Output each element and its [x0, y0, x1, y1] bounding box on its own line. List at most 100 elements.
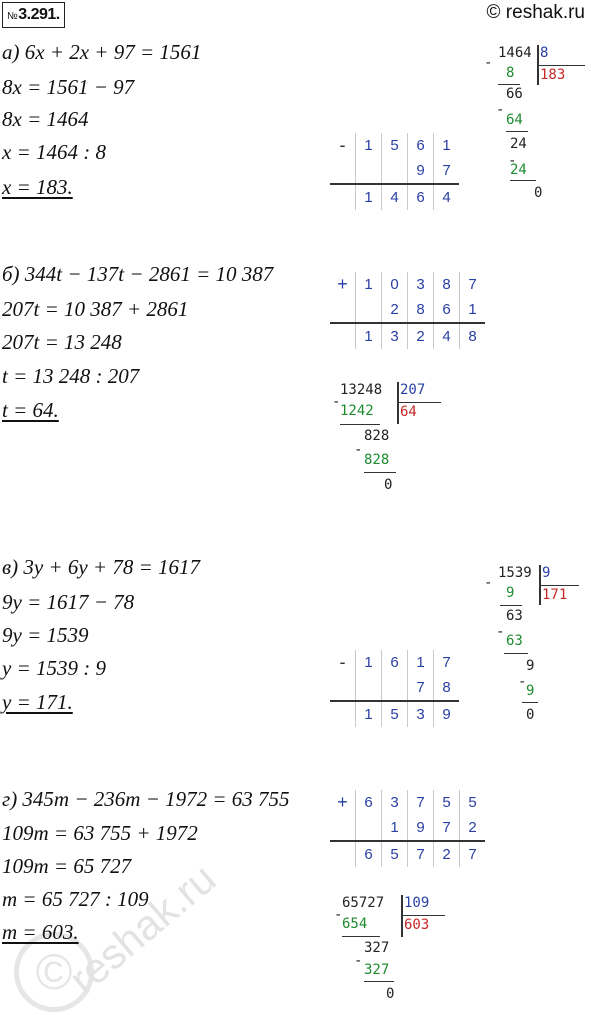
answer-line: x = 183.	[2, 175, 73, 199]
step: 0	[534, 185, 543, 201]
digit: 5	[459, 790, 485, 815]
digit: 4	[433, 183, 459, 210]
step: 8	[506, 65, 515, 81]
equation-line: г) 345m − 236m − 1972 = 63 755	[2, 787, 290, 811]
divisor: 8	[540, 45, 549, 61]
digit	[381, 675, 408, 701]
step: 654	[342, 916, 368, 932]
column-subtraction-table: - 1617 78 1539	[330, 650, 459, 727]
plus-sign: +	[337, 274, 348, 294]
digit: 6	[407, 183, 434, 210]
digit: 6	[433, 297, 460, 323]
digit: 7	[407, 840, 434, 867]
digit: 8	[407, 297, 434, 323]
step: 0	[526, 707, 535, 723]
equation-line: 9y = 1539	[2, 623, 89, 647]
quotient: 603	[404, 917, 430, 933]
digit: 2	[381, 297, 408, 323]
answer-line: t = 64.	[2, 398, 59, 422]
equation-line: 9y = 1617 − 78	[2, 590, 135, 614]
long-division: - 13248 207 64 1242 828 - 828 0	[332, 382, 458, 502]
digit: 5	[433, 790, 460, 815]
dividend: 1539	[498, 565, 532, 581]
digit: 1	[459, 297, 485, 323]
digit: 2	[459, 815, 485, 841]
digit: 3	[407, 272, 434, 297]
equation-line: а) 6x + 2x + 97 = 1561	[2, 40, 202, 64]
step: 64	[506, 112, 523, 128]
digit: 9	[407, 158, 434, 184]
digit: 4	[381, 183, 408, 210]
digit: 4	[433, 322, 460, 349]
minus-sign: -	[339, 652, 346, 672]
digit: 7	[433, 650, 459, 675]
digit: 7	[407, 790, 434, 815]
digit	[381, 158, 408, 184]
divisor: 9	[542, 565, 551, 581]
digit: 1	[407, 650, 434, 675]
digit: 8	[433, 675, 459, 701]
equation-line: y = 1539 : 9	[2, 656, 106, 680]
digit: 8	[433, 272, 460, 297]
digit: 7	[459, 272, 485, 297]
digit: 9	[433, 700, 459, 727]
site-credit: © reshak.ru	[486, 2, 585, 23]
step: 1242	[340, 403, 374, 419]
digit: 1	[433, 133, 459, 158]
digit: 2	[433, 840, 460, 867]
digit: 0	[381, 272, 408, 297]
digit: 1	[355, 650, 382, 675]
step: 828	[364, 428, 390, 444]
equation-line: 207t = 13 248	[2, 330, 122, 354]
digit: 5	[381, 700, 408, 727]
digit: 7	[407, 675, 434, 701]
step: 0	[386, 986, 395, 1002]
digit: 3	[381, 322, 408, 349]
quotient: 64	[400, 404, 417, 420]
digit: 1	[355, 700, 382, 727]
column-subtraction-table: - 1561 97 1464	[330, 133, 459, 210]
digit	[355, 297, 382, 323]
equation-line: t = 13 248 : 207	[2, 364, 140, 388]
column-addition-table: + 63755 1972 65727	[330, 790, 485, 867]
equation-line: в) 3y + 6y + 78 = 1617	[2, 555, 201, 579]
digit: 5	[381, 133, 408, 158]
plus-sign: +	[337, 792, 348, 812]
step: 66	[506, 86, 523, 102]
step: 63	[506, 608, 523, 624]
digit: 3	[381, 790, 408, 815]
digit: 5	[381, 840, 408, 867]
column-addition-table: + 10387 2861 13248	[330, 272, 485, 349]
digit: 3	[407, 700, 434, 727]
step: 24	[510, 136, 527, 152]
step: 9	[526, 683, 535, 699]
answer-line: m = 603.	[2, 920, 79, 944]
digit	[355, 815, 382, 841]
digit: 6	[355, 790, 382, 815]
problem-number-badge: №3.291.	[2, 2, 65, 28]
digit: 1	[355, 183, 382, 210]
quotient: 183	[540, 67, 566, 83]
step: 63	[506, 633, 523, 649]
equation-line: x = 1464 : 8	[2, 140, 106, 164]
equation-line: 8x = 1561 − 97	[2, 75, 135, 99]
digit	[355, 675, 382, 701]
step: 9	[506, 585, 515, 601]
digit: 6	[381, 650, 408, 675]
digit: 7	[433, 815, 460, 841]
digit: 6	[407, 133, 434, 158]
answer-line: y = 171.	[2, 690, 73, 714]
digit: 8	[459, 322, 485, 349]
digit: 9	[407, 815, 434, 841]
step: 828	[364, 452, 390, 468]
long-division: - 65727 109 603 654 327 - 327 0	[334, 895, 460, 1010]
dividend: 1464	[498, 45, 532, 61]
dividend: 65727	[342, 895, 385, 911]
digit: 1	[355, 133, 382, 158]
step: 0	[384, 477, 393, 493]
equation-line: 109m = 63 755 + 1972	[2, 821, 198, 845]
digit: 7	[459, 840, 485, 867]
minus-sign: -	[339, 135, 346, 155]
equation-line: 109m = 65 727	[2, 854, 132, 878]
digit: 1	[355, 322, 382, 349]
